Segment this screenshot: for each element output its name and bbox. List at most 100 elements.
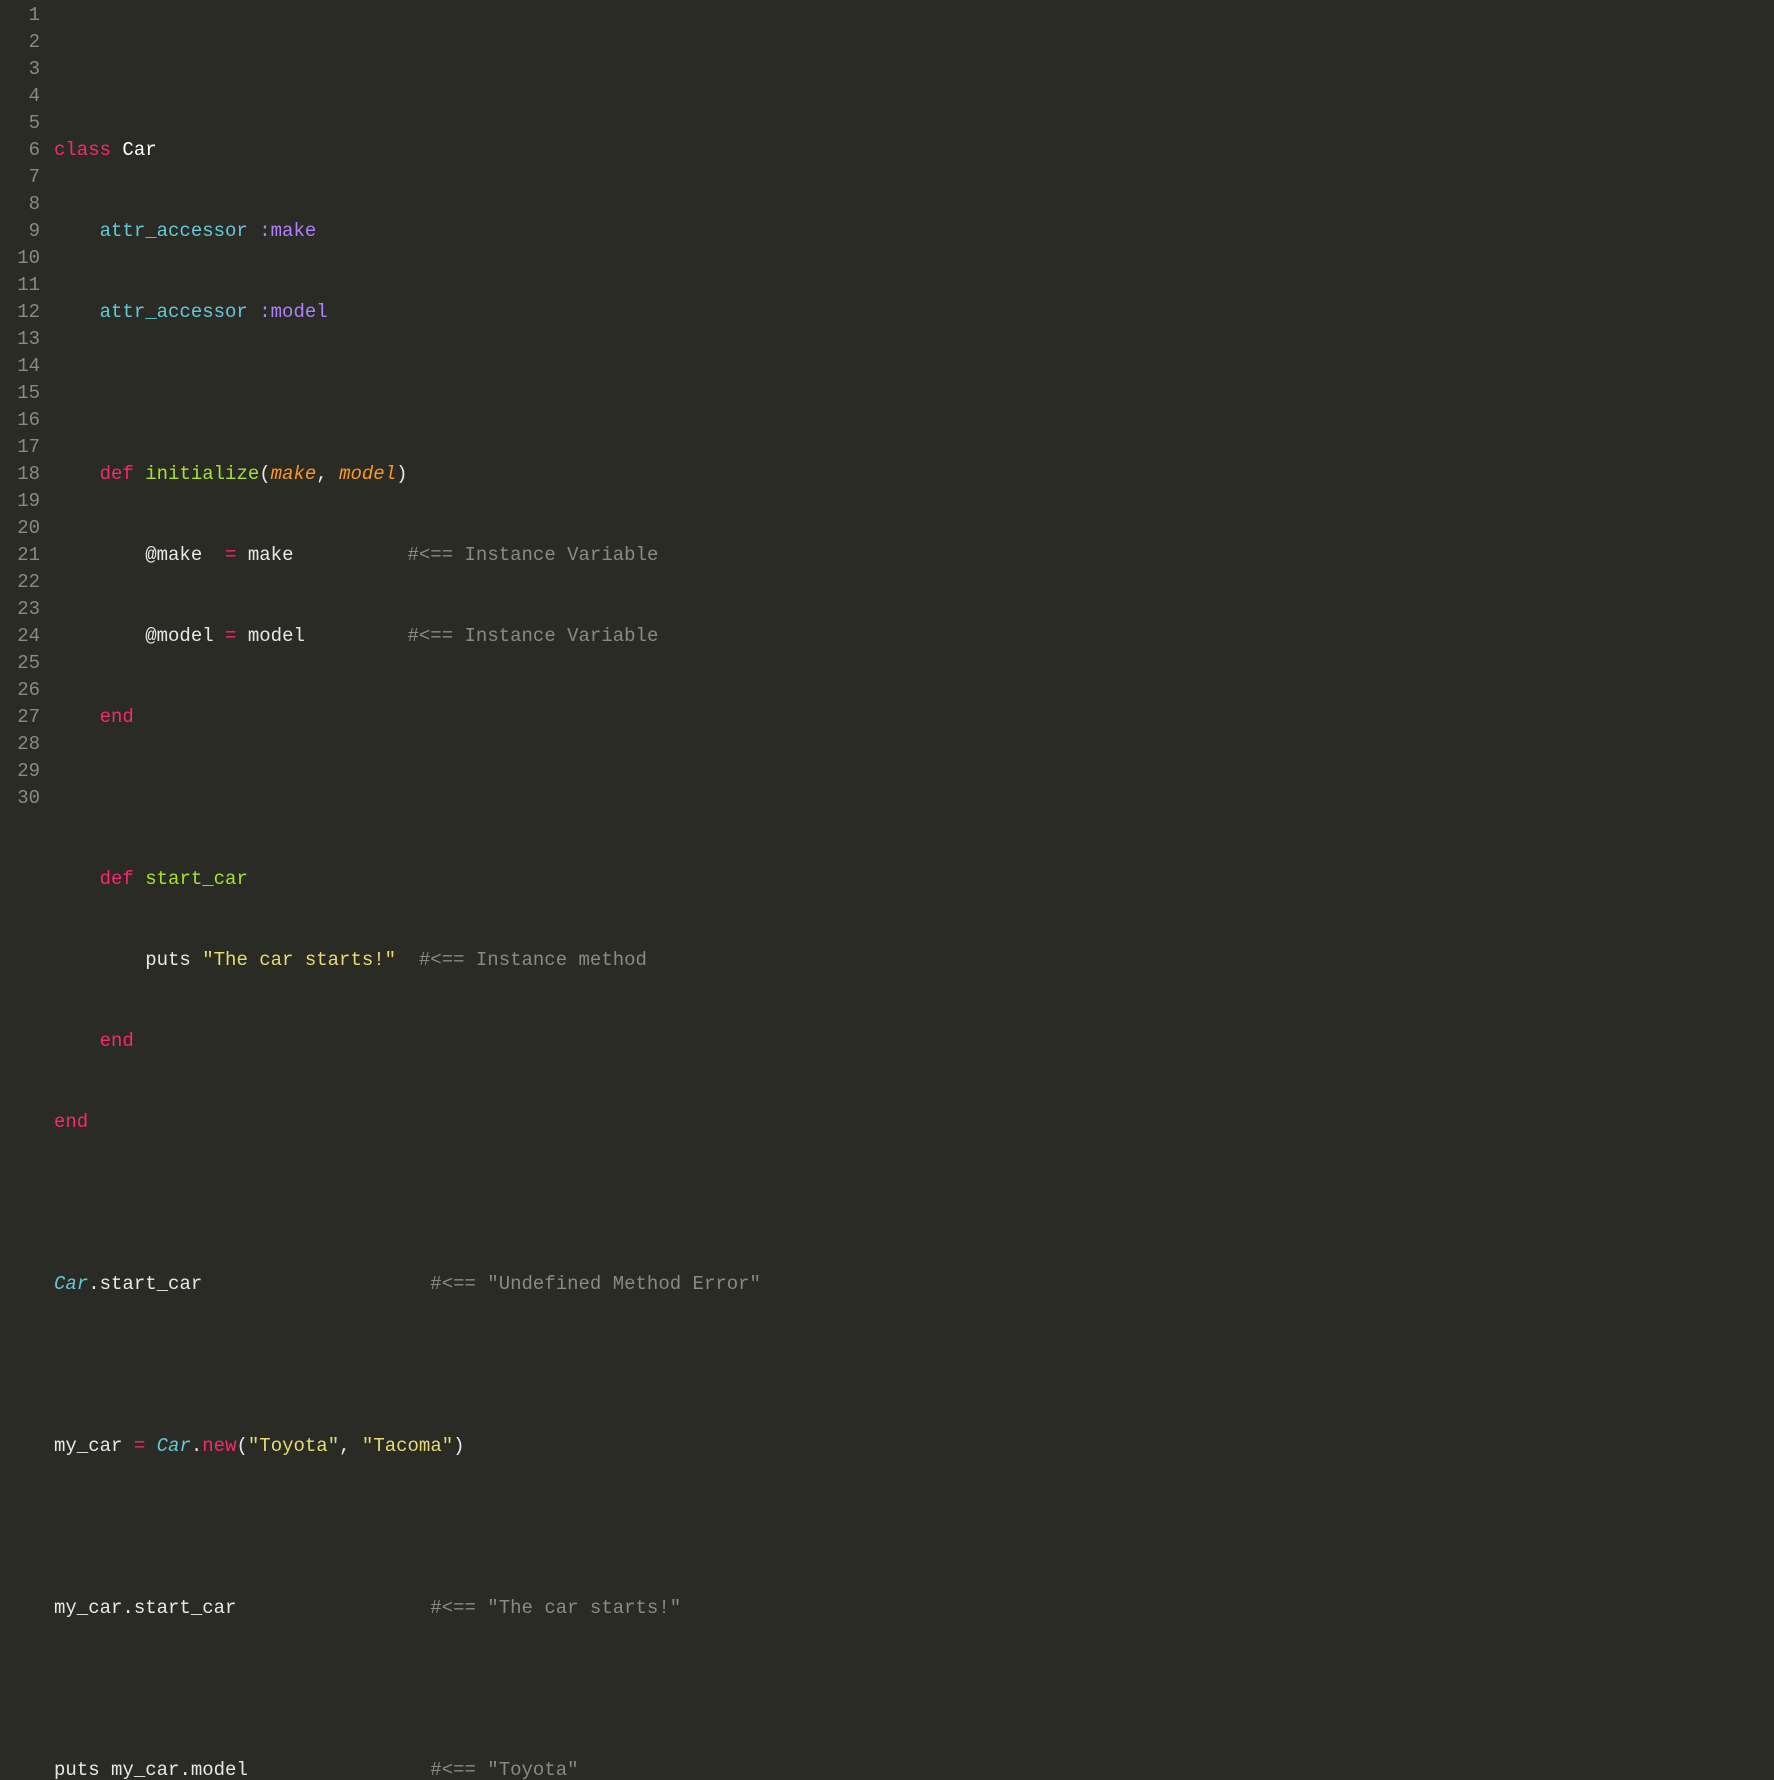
keyword-class: class	[54, 139, 111, 161]
line-number-gutter: 1234567891011121314151617181920212223242…	[0, 0, 54, 890]
local-var: my_car	[111, 1759, 179, 1780]
builtin: puts	[54, 1759, 100, 1780]
string-literal: "Toyota"	[248, 1435, 339, 1457]
line-number: 23	[0, 596, 40, 623]
ivar: @model	[145, 625, 213, 647]
line-number: 7	[0, 164, 40, 191]
code-line[interactable]: end	[54, 1109, 1774, 1136]
const-ref: Car	[54, 1273, 88, 1295]
code-line[interactable]: puts "The car starts!" #<== Instance met…	[54, 947, 1774, 974]
operator: =	[134, 1435, 145, 1457]
line-number: 15	[0, 380, 40, 407]
comma: ,	[316, 463, 327, 485]
line-number: 12	[0, 299, 40, 326]
line-number: 28	[0, 731, 40, 758]
comment: #<== Instance Variable	[408, 625, 659, 647]
line-number: 13	[0, 326, 40, 353]
line-number: 19	[0, 488, 40, 515]
line-number: 1	[0, 2, 40, 29]
code-line[interactable]: puts my_car.model #<== "Toyota"	[54, 1757, 1774, 1780]
const-ref: Car	[157, 1435, 191, 1457]
line-number: 8	[0, 191, 40, 218]
parameter: model	[339, 463, 396, 485]
operator: =	[225, 625, 236, 647]
method-name: start_car	[145, 868, 248, 890]
builtin: puts	[145, 949, 191, 971]
line-number: 11	[0, 272, 40, 299]
code-line[interactable]	[54, 380, 1774, 407]
line-number: 27	[0, 704, 40, 731]
line-number: 29	[0, 758, 40, 785]
code-line[interactable]: @model = model #<== Instance Variable	[54, 623, 1774, 650]
code-line[interactable]: end	[54, 1028, 1774, 1055]
line-number: 4	[0, 83, 40, 110]
paren: (	[236, 1435, 247, 1457]
comment: #<== "Undefined Method Error"	[430, 1273, 761, 1295]
keyword-end: end	[100, 1030, 134, 1052]
operator: =	[225, 544, 236, 566]
code-line[interactable]: my_car.start_car #<== "The car starts!"	[54, 1595, 1774, 1622]
code-line[interactable]	[54, 1514, 1774, 1541]
code-line[interactable]: class Car	[54, 137, 1774, 164]
class-name: Car	[122, 139, 156, 161]
line-number: 16	[0, 407, 40, 434]
local-var: model	[248, 625, 305, 647]
line-number: 9	[0, 218, 40, 245]
line-number: 26	[0, 677, 40, 704]
method-name: initialize	[145, 463, 259, 485]
code-line[interactable]: attr_accessor :make	[54, 218, 1774, 245]
symbol: :make	[259, 220, 316, 242]
keyword-end: end	[54, 1111, 88, 1133]
line-number: 24	[0, 623, 40, 650]
method-call: model	[191, 1759, 248, 1780]
code-line[interactable]: end	[54, 704, 1774, 731]
paren: )	[453, 1435, 464, 1457]
code-line[interactable]: @make = make #<== Instance Variable	[54, 542, 1774, 569]
code-line[interactable]	[54, 1190, 1774, 1217]
local-var: make	[248, 544, 294, 566]
code-line[interactable]	[54, 785, 1774, 812]
code-line[interactable]	[54, 56, 1774, 83]
string-literal: "The car starts!"	[202, 949, 396, 971]
code-line[interactable]	[54, 1352, 1774, 1379]
code-line[interactable]: my_car = Car.new("Toyota", "Tacoma")	[54, 1433, 1774, 1460]
keyword-def: def	[100, 868, 134, 890]
comma: ,	[339, 1435, 350, 1457]
dot: .	[179, 1759, 190, 1780]
attr-accessor: attr_accessor	[100, 301, 248, 323]
line-number: 20	[0, 515, 40, 542]
local-var: my_car	[54, 1435, 122, 1457]
code-line[interactable]: def initialize(make, model)	[54, 461, 1774, 488]
line-number: 3	[0, 56, 40, 83]
line-number: 30	[0, 785, 40, 812]
parameter: make	[271, 463, 317, 485]
line-number: 10	[0, 245, 40, 272]
paren: (	[259, 463, 270, 485]
line-number: 17	[0, 434, 40, 461]
code-line[interactable]: def start_car	[54, 866, 1774, 893]
comment: #<== "Toyota"	[430, 1759, 578, 1780]
method-call: start_car	[134, 1597, 237, 1619]
line-number: 2	[0, 29, 40, 56]
line-number: 6	[0, 137, 40, 164]
dot: .	[191, 1435, 202, 1457]
line-number: 14	[0, 353, 40, 380]
line-number: 18	[0, 461, 40, 488]
code-editor[interactable]: 1234567891011121314151617181920212223242…	[0, 0, 1774, 890]
comment: #<== Instance Variable	[408, 544, 659, 566]
method-new: new	[202, 1435, 236, 1457]
paren: )	[396, 463, 407, 485]
local-var: my_car	[54, 1597, 122, 1619]
code-line[interactable]	[54, 1676, 1774, 1703]
attr-accessor: attr_accessor	[100, 220, 248, 242]
line-number: 21	[0, 542, 40, 569]
ivar: @make	[145, 544, 202, 566]
comment: #<== Instance method	[419, 949, 647, 971]
code-line[interactable]: Car.start_car #<== "Undefined Method Err…	[54, 1271, 1774, 1298]
method-call: start_car	[100, 1273, 203, 1295]
code-area[interactable]: class Car attr_accessor :make attr_acces…	[54, 0, 1774, 890]
line-number: 22	[0, 569, 40, 596]
string-literal: "Tacoma"	[362, 1435, 453, 1457]
code-line[interactable]: attr_accessor :model	[54, 299, 1774, 326]
line-number: 25	[0, 650, 40, 677]
